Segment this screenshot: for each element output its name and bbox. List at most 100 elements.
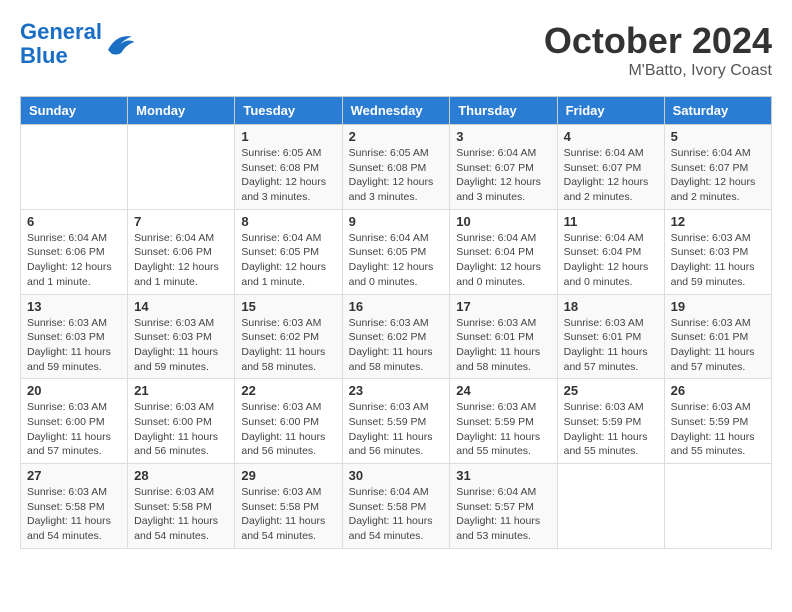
calendar-cell: 3Sunrise: 6:04 AM Sunset: 6:07 PM Daylig… [450, 125, 557, 210]
day-info: Sunrise: 6:03 AM Sunset: 6:01 PM Dayligh… [456, 316, 550, 375]
day-number: 6 [27, 214, 121, 229]
logo-bird-icon [104, 30, 136, 58]
week-row-1: 1Sunrise: 6:05 AM Sunset: 6:08 PM Daylig… [21, 125, 772, 210]
day-info: Sunrise: 6:03 AM Sunset: 6:03 PM Dayligh… [134, 316, 228, 375]
weekday-header-sunday: Sunday [21, 97, 128, 125]
day-info: Sunrise: 6:03 AM Sunset: 5:59 PM Dayligh… [671, 400, 765, 459]
day-number: 30 [349, 468, 444, 483]
calendar-cell: 10 Sunrise: 6:04 AM Sunset: 6:04 PM Dayli… [450, 209, 557, 294]
day-info: Sunrise: 6:03 AM Sunset: 6:02 PM Dayligh… [349, 316, 444, 375]
calendar-cell: 31 Sunrise: 6:04 AM Sunset: 5:57 PM Dayli… [450, 464, 557, 549]
calendar-cell: 26 Sunrise: 6:03 AM Sunset: 5:59 PM Dayli… [664, 379, 771, 464]
day-number: 15 [241, 299, 335, 314]
day-number: 10 [456, 214, 550, 229]
day-number: 5 [671, 129, 765, 144]
day-info: Sunrise: 6:03 AM Sunset: 6:00 PM Dayligh… [27, 400, 121, 459]
day-info: Sunrise: 6:04 AM Sunset: 6:04 PM Dayligh… [456, 231, 550, 290]
day-number: 20 [27, 383, 121, 398]
weekday-header-saturday: Saturday [664, 97, 771, 125]
calendar-cell: 1Sunrise: 6:05 AM Sunset: 6:08 PM Daylig… [235, 125, 342, 210]
day-info: Sunrise: 6:04 AM Sunset: 6:06 PM Dayligh… [134, 231, 228, 290]
calendar-cell: 8 Sunrise: 6:04 AM Sunset: 6:05 PM Daylig… [235, 209, 342, 294]
calendar-table: SundayMondayTuesdayWednesdayThursdayFrid… [20, 96, 772, 549]
week-row-4: 20 Sunrise: 6:03 AM Sunset: 6:00 PM Dayli… [21, 379, 772, 464]
calendar-cell: 19 Sunrise: 6:03 AM Sunset: 6:01 PM Dayli… [664, 294, 771, 379]
calendar-cell: 9 Sunrise: 6:04 AM Sunset: 6:05 PM Daylig… [342, 209, 450, 294]
weekday-header-tuesday: Tuesday [235, 97, 342, 125]
day-info: Sunrise: 6:04 AM Sunset: 5:57 PM Dayligh… [456, 485, 550, 544]
weekday-header-friday: Friday [557, 97, 664, 125]
day-info: Sunrise: 6:04 AM Sunset: 6:04 PM Dayligh… [564, 231, 658, 290]
day-info: Sunrise: 6:03 AM Sunset: 5:58 PM Dayligh… [134, 485, 228, 544]
day-number: 31 [456, 468, 550, 483]
location-subtitle: M'Batto, Ivory Coast [544, 62, 772, 80]
calendar-cell: 4 Sunrise: 6:04 AM Sunset: 6:07 PM Daylig… [557, 125, 664, 210]
calendar-cell: 7 Sunrise: 6:04 AM Sunset: 6:06 PM Daylig… [128, 209, 235, 294]
calendar-cell: 30Sunrise: 6:04 AM Sunset: 5:58 PM Dayli… [342, 464, 450, 549]
calendar-cell: 17 Sunrise: 6:03 AM Sunset: 6:01 PM Dayli… [450, 294, 557, 379]
day-info: Sunrise: 6:03 AM Sunset: 6:01 PM Dayligh… [564, 316, 658, 375]
calendar-cell: 27 Sunrise: 6:03 AM Sunset: 5:58 PM Dayli… [21, 464, 128, 549]
calendar-cell: 2Sunrise: 6:05 AM Sunset: 6:08 PM Daylig… [342, 125, 450, 210]
calendar-cell: 29Sunrise: 6:03 AM Sunset: 5:58 PM Dayli… [235, 464, 342, 549]
day-info: Sunrise: 6:03 AM Sunset: 6:01 PM Dayligh… [671, 316, 765, 375]
day-number: 17 [456, 299, 550, 314]
day-info: Sunrise: 6:03 AM Sunset: 5:58 PM Dayligh… [27, 485, 121, 544]
week-row-2: 6 Sunrise: 6:04 AM Sunset: 6:06 PM Daylig… [21, 209, 772, 294]
day-info: Sunrise: 6:03 AM Sunset: 5:59 PM Dayligh… [456, 400, 550, 459]
day-number: 13 [27, 299, 121, 314]
calendar-cell: 25Sunrise: 6:03 AM Sunset: 5:59 PM Dayli… [557, 379, 664, 464]
calendar-cell [21, 125, 128, 210]
day-info: Sunrise: 6:04 AM Sunset: 6:07 PM Dayligh… [564, 146, 658, 205]
day-number: 25 [564, 383, 658, 398]
calendar-cell: 11 Sunrise: 6:04 AM Sunset: 6:04 PM Dayli… [557, 209, 664, 294]
day-number: 18 [564, 299, 658, 314]
day-number: 4 [564, 129, 658, 144]
day-number: 27 [27, 468, 121, 483]
page-header: General Blue October 2024 M'Batto, Ivory… [20, 20, 772, 80]
calendar-cell: 16 Sunrise: 6:03 AM Sunset: 6:02 PM Dayli… [342, 294, 450, 379]
day-number: 8 [241, 214, 335, 229]
day-number: 28 [134, 468, 228, 483]
day-info: Sunrise: 6:04 AM Sunset: 6:07 PM Dayligh… [671, 146, 765, 205]
day-number: 19 [671, 299, 765, 314]
day-info: Sunrise: 6:03 AM Sunset: 6:02 PM Dayligh… [241, 316, 335, 375]
day-number: 22 [241, 383, 335, 398]
day-number: 21 [134, 383, 228, 398]
month-title: October 2024 [544, 20, 772, 62]
day-info: Sunrise: 6:03 AM Sunset: 6:03 PM Dayligh… [27, 316, 121, 375]
weekday-header-monday: Monday [128, 97, 235, 125]
title-block: October 2024 M'Batto, Ivory Coast [544, 20, 772, 80]
day-info: Sunrise: 6:03 AM Sunset: 5:58 PM Dayligh… [241, 485, 335, 544]
day-info: Sunrise: 6:03 AM Sunset: 5:59 PM Dayligh… [349, 400, 444, 459]
calendar-cell: 28 Sunrise: 6:03 AM Sunset: 5:58 PM Dayli… [128, 464, 235, 549]
calendar-cell: 15 Sunrise: 6:03 AM Sunset: 6:02 PM Dayli… [235, 294, 342, 379]
logo: General Blue [20, 20, 136, 68]
weekday-header-thursday: Thursday [450, 97, 557, 125]
day-number: 26 [671, 383, 765, 398]
day-number: 11 [564, 214, 658, 229]
day-number: 23 [349, 383, 444, 398]
weekday-header-wednesday: Wednesday [342, 97, 450, 125]
day-info: Sunrise: 6:04 AM Sunset: 6:05 PM Dayligh… [241, 231, 335, 290]
day-info: Sunrise: 6:03 AM Sunset: 6:00 PM Dayligh… [241, 400, 335, 459]
logo-text: General Blue [20, 20, 102, 68]
day-number: 7 [134, 214, 228, 229]
calendar-cell: 13 Sunrise: 6:03 AM Sunset: 6:03 PM Dayli… [21, 294, 128, 379]
calendar-cell [557, 464, 664, 549]
calendar-cell: 6 Sunrise: 6:04 AM Sunset: 6:06 PM Daylig… [21, 209, 128, 294]
day-number: 9 [349, 214, 444, 229]
day-number: 16 [349, 299, 444, 314]
week-row-3: 13 Sunrise: 6:03 AM Sunset: 6:03 PM Dayli… [21, 294, 772, 379]
day-info: Sunrise: 6:05 AM Sunset: 6:08 PM Dayligh… [241, 146, 335, 205]
day-info: Sunrise: 6:04 AM Sunset: 6:06 PM Dayligh… [27, 231, 121, 290]
day-info: Sunrise: 6:04 AM Sunset: 6:05 PM Dayligh… [349, 231, 444, 290]
day-info: Sunrise: 6:04 AM Sunset: 6:07 PM Dayligh… [456, 146, 550, 205]
calendar-cell: 21Sunrise: 6:03 AM Sunset: 6:00 PM Dayli… [128, 379, 235, 464]
calendar-cell: 12Sunrise: 6:03 AM Sunset: 6:03 PM Dayli… [664, 209, 771, 294]
calendar-cell: 23 Sunrise: 6:03 AM Sunset: 5:59 PM Dayli… [342, 379, 450, 464]
day-number: 14 [134, 299, 228, 314]
calendar-cell: 5 Sunrise: 6:04 AM Sunset: 6:07 PM Daylig… [664, 125, 771, 210]
calendar-cell [664, 464, 771, 549]
day-info: Sunrise: 6:05 AM Sunset: 6:08 PM Dayligh… [349, 146, 444, 205]
